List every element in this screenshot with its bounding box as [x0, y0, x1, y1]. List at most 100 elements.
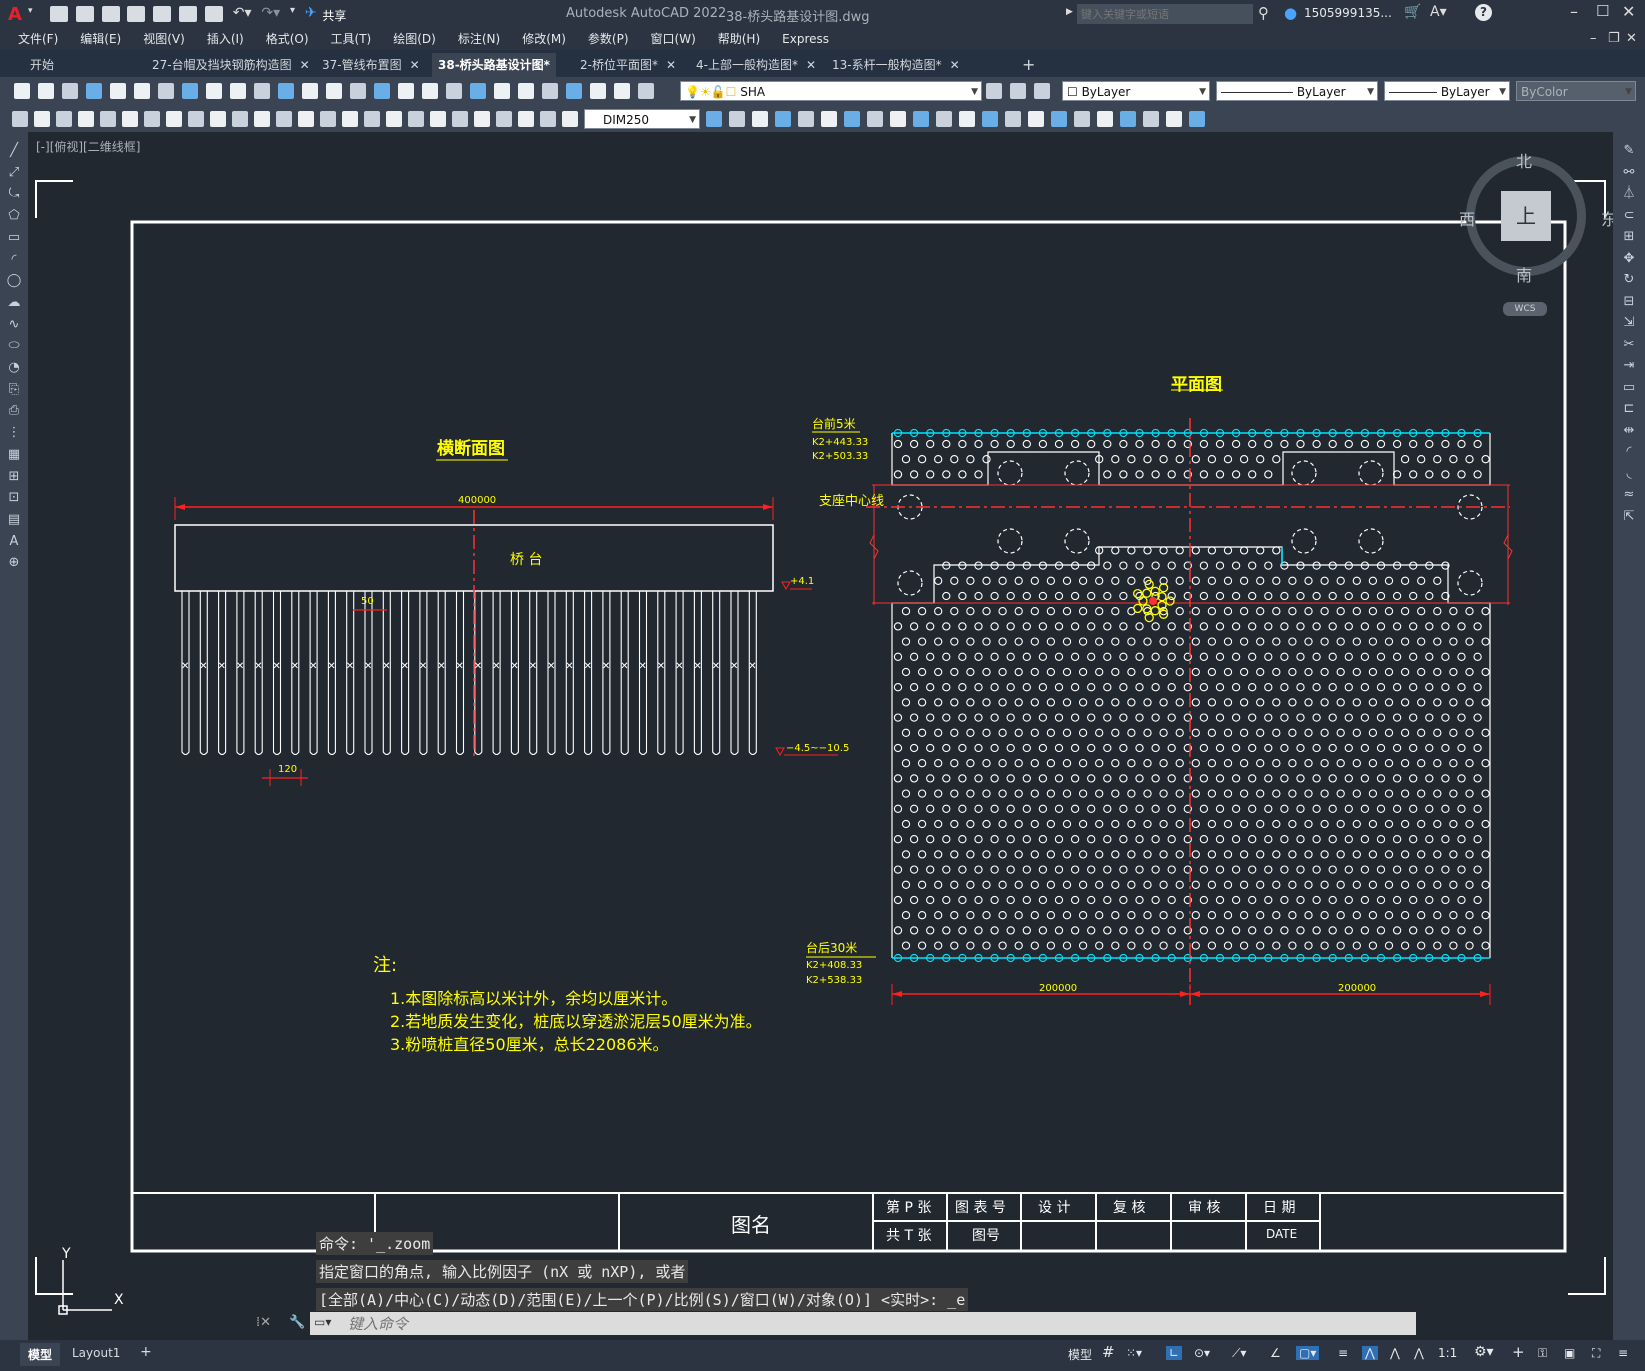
modify-tool-icon[interactable]: ✎	[1621, 144, 1637, 158]
app-menu-chevron-icon[interactable]: ▾	[28, 6, 33, 16]
menu-item[interactable]: 帮助(H)	[718, 29, 760, 50]
toolbar-tool-icon[interactable]	[430, 111, 446, 127]
close-command-icon[interactable]: ⁞✕	[256, 1315, 271, 1330]
hardware-accel-icon[interactable]: ▣	[1564, 1346, 1575, 1360]
toolbar-tool-icon[interactable]	[890, 111, 906, 127]
toolbar-tool-icon[interactable]	[342, 111, 358, 127]
menu-item[interactable]: 工具(T)	[331, 29, 372, 50]
toolbar-tool-icon[interactable]	[254, 111, 270, 127]
toolbar-tool-icon[interactable]	[518, 83, 534, 99]
fullscreen-icon[interactable]: ⛶	[1592, 1346, 1600, 1361]
cart-icon[interactable]: 🛒	[1404, 4, 1421, 20]
customization-icon[interactable]: ≡	[1618, 1346, 1628, 1360]
autocad-logo-icon[interactable]: A	[8, 4, 22, 25]
doc-tab[interactable]: 13-系杆一般构造图* ✕	[826, 53, 966, 77]
open-file-icon[interactable]	[75, 6, 94, 22]
snap-icon[interactable]: ⁙▾	[1126, 1346, 1142, 1360]
toolbar-tool-icon[interactable]	[562, 111, 578, 127]
ortho-icon[interactable]: ∟	[1166, 1346, 1183, 1360]
toolbar-tool-icon[interactable]	[1143, 111, 1159, 127]
draw-tool-icon[interactable]: ☁	[6, 295, 22, 310]
toolbar-tool-icon[interactable]	[821, 111, 837, 127]
toolbar-tool-icon[interactable]	[182, 83, 198, 99]
search-expand-icon[interactable]: ▶	[1066, 7, 1073, 17]
new-tab-icon[interactable]: +	[1022, 55, 1035, 74]
toolbar-tool-icon[interactable]	[1028, 111, 1044, 127]
toolbar-tool-icon[interactable]	[936, 111, 952, 127]
doc-tab[interactable]: 4-上部一般构造图* ✕	[690, 53, 822, 77]
command-input-box[interactable]: ▭▾	[310, 1312, 1416, 1335]
toolbar-tool-icon[interactable]	[590, 83, 606, 99]
draw-tool-icon[interactable]: ◯	[6, 274, 22, 288]
menu-item[interactable]: Express	[782, 29, 829, 50]
toolbar-tool-icon[interactable]	[1034, 83, 1050, 99]
close-icon[interactable]: ✕	[1622, 2, 1635, 21]
toolbar-tool-icon[interactable]	[729, 111, 745, 127]
toolbar-tool-icon[interactable]	[110, 83, 126, 99]
modify-tool-icon[interactable]: ⊟	[1621, 294, 1637, 309]
toolbar-tool-icon[interactable]	[302, 83, 318, 99]
viewcube-south[interactable]: 南	[1516, 262, 1532, 286]
doc-tab[interactable]: 37-管线布置图 ✕	[316, 53, 426, 77]
user-icon[interactable]: ●	[1284, 4, 1297, 22]
toolbar-tool-icon[interactable]	[320, 111, 336, 127]
menu-item[interactable]: 插入(I)	[207, 29, 244, 50]
user-name[interactable]: 1505999135...	[1304, 6, 1392, 20]
draw-tool-icon[interactable]: ⊞	[6, 469, 22, 484]
modify-tool-icon[interactable]: ▭	[1621, 380, 1637, 395]
modify-tool-icon[interactable]: ⏃	[1621, 187, 1637, 201]
tab-close-icon[interactable]: ✕	[300, 58, 310, 72]
save-as-icon[interactable]	[127, 6, 146, 22]
toolbar-tool-icon[interactable]	[408, 111, 424, 127]
modify-tool-icon[interactable]: ✂	[1621, 337, 1637, 352]
toolbar-tool-icon[interactable]	[134, 83, 150, 99]
dimstyle-dropdown[interactable]: DIM250 ▼	[584, 109, 700, 129]
toolbar-tool-icon[interactable]	[232, 111, 248, 127]
modify-tool-icon[interactable]: ◟	[1621, 466, 1637, 481]
toolbar-tool-icon[interactable]	[398, 83, 414, 99]
toolbar-tool-icon[interactable]	[518, 111, 534, 127]
modify-tool-icon[interactable]: ≈	[1621, 488, 1637, 502]
tab-close-icon[interactable]: ✕	[950, 58, 960, 72]
autodesk-app-icon[interactable]: A▾	[1430, 4, 1447, 20]
draw-tool-icon[interactable]: ⊡	[6, 491, 22, 505]
model-tab[interactable]: 模型	[20, 1343, 61, 1366]
toolbar-tool-icon[interactable]	[38, 83, 54, 99]
annotation-visibility-icon[interactable]: ⋀	[1390, 1346, 1400, 1360]
toolbar-tool-icon[interactable]	[364, 111, 380, 127]
toolbar-tool-icon[interactable]	[470, 83, 486, 99]
toolbar-tool-icon[interactable]	[706, 111, 722, 127]
modify-tool-icon[interactable]: ⚯	[1621, 165, 1637, 180]
toolbar-tool-icon[interactable]	[298, 111, 314, 127]
redo-icon[interactable]: ↷▾	[261, 5, 280, 21]
customize-qat-icon[interactable]: ▾	[290, 5, 295, 16]
toolbar-tool-icon[interactable]	[446, 83, 462, 99]
toolbar-tool-icon[interactable]	[986, 83, 1002, 99]
toolbar-tool-icon[interactable]	[122, 111, 138, 127]
draw-tool-icon[interactable]: ⎘	[6, 382, 22, 397]
grid-icon[interactable]: #	[1102, 1343, 1115, 1361]
draw-tool-icon[interactable]: ⬭	[6, 339, 22, 353]
modify-tool-icon[interactable]: ⇥	[1621, 359, 1637, 373]
toolbar-tool-icon[interactable]	[775, 111, 791, 127]
annotation-scale[interactable]: 1:1	[1438, 1346, 1457, 1360]
doc-tab[interactable]: 2-桥位平面图* ✕	[574, 53, 682, 77]
draw-tool-icon[interactable]: ◔	[6, 361, 22, 375]
menu-item[interactable]: 标注(N)	[458, 29, 500, 50]
menu-item[interactable]: 视图(V)	[143, 29, 185, 50]
toolbar-tool-icon[interactable]	[144, 111, 160, 127]
viewcube-west[interactable]: 西	[1459, 206, 1475, 230]
lineweight-icon[interactable]: ≡	[1338, 1346, 1348, 1360]
wcs-button[interactable]: WCS	[1503, 302, 1547, 316]
toolbar-tool-icon[interactable]	[386, 111, 402, 127]
osnap-icon[interactable]: ∠	[1270, 1346, 1281, 1360]
polar-icon[interactable]: ⊙▾	[1194, 1346, 1210, 1360]
toolbar-tool-icon[interactable]	[188, 111, 204, 127]
toolbar-tool-icon[interactable]	[867, 111, 883, 127]
autoscale-icon[interactable]: ⋀	[1414, 1346, 1424, 1360]
save-web-icon[interactable]	[179, 6, 198, 22]
draw-tool-icon[interactable]: ⤿	[6, 187, 22, 201]
draw-tool-icon[interactable]: ╱	[6, 144, 22, 158]
draw-tool-icon[interactable]: ▭	[6, 230, 22, 245]
layout1-tab[interactable]: Layout1	[72, 1346, 120, 1360]
